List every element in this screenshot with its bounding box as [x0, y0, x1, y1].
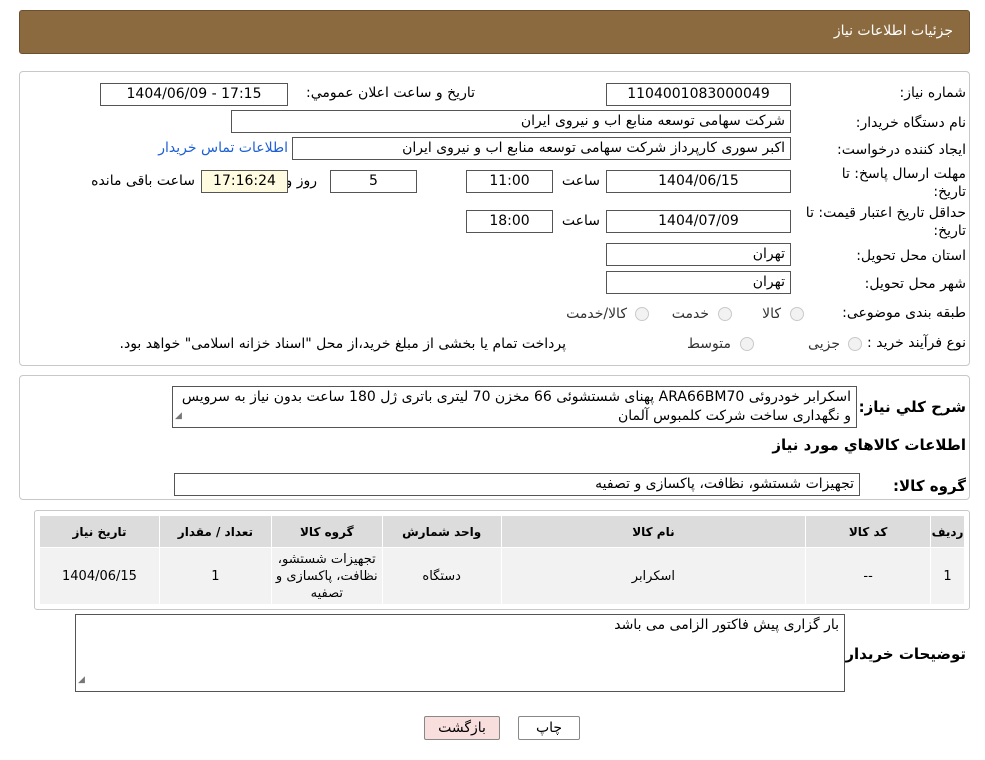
- creator-label: ایجاد کننده درخواست:: [837, 142, 966, 158]
- goods-group-label: گروه كالا:: [893, 477, 966, 495]
- province-label: استان محل تحویل:: [856, 248, 966, 264]
- items-table-header-row: ردیف کد کالا نام کالا واحد شمارش گروه کا…: [39, 515, 965, 548]
- deadline-hour-label: ساعت: [561, 173, 600, 189]
- category-radio-goods[interactable]: [790, 307, 804, 321]
- purchase-type-label: نوع فرآیند خرید :: [867, 335, 966, 351]
- deadline-label-date: تاریخ:: [933, 184, 966, 200]
- days-label: روز و: [285, 173, 318, 189]
- category-option-service: خدمت: [671, 306, 709, 322]
- city-label: شهر محل تحویل:: [864, 276, 966, 292]
- resize-grip-icon[interactable]: ◢: [175, 407, 182, 426]
- col-header-unit: واحد شمارش: [381, 515, 502, 548]
- cell-qty: 1: [158, 547, 272, 605]
- category-option-goods-service: کالا/خدمت: [566, 306, 627, 322]
- goods-section-title: اطلاعات كالاهاي مورد نياز: [772, 436, 966, 454]
- category-option-goods: کالا: [762, 306, 781, 322]
- buyer-notes-text: بار گزاری پیش فاکتور الزامی می باشد: [614, 617, 839, 633]
- remaining-label: ساعت باقی مانده: [91, 173, 195, 189]
- validity-date-field: 1404/07/09: [606, 210, 791, 233]
- description-text: اسکرابر خودروئی ARA66BM70 پهنای شستشوئی …: [181, 389, 851, 424]
- col-header-code: کد کالا: [805, 515, 932, 548]
- table-row: 1 -- اسکرابر دستگاه تجهیزات شستشو، نظافت…: [39, 547, 965, 605]
- col-header-row: ردیف: [930, 515, 965, 548]
- announce-label: تاریخ و ساعت اعلان عمومي:: [306, 85, 475, 101]
- description-label: شرح كلي نياز:: [858, 398, 966, 416]
- cell-unit: دستگاه: [381, 547, 502, 605]
- deadline-time-field: 11:00: [466, 170, 553, 193]
- col-header-date: تاریخ نیاز: [39, 515, 160, 548]
- creator-field: اکبر سوری کارپرداز شرکت سهامی توسعه مناب…: [292, 137, 791, 160]
- buyer-notes-textarea[interactable]: بار گزاری پیش فاکتور الزامی می باشد ◢: [75, 614, 845, 692]
- print-button[interactable]: چاپ: [518, 716, 580, 740]
- purchase-option-minor: جزیی: [808, 336, 840, 352]
- announce-field: 1404/06/09 - 17:15: [100, 83, 288, 106]
- back-button[interactable]: بازگشت: [424, 716, 500, 740]
- cell-row-number: 1: [930, 547, 965, 605]
- category-label: طبقه بندی موضوعی:: [842, 305, 966, 321]
- page-title: جزئیات اطلاعات نیاز: [833, 23, 953, 39]
- items-table: ردیف کد کالا نام کالا واحد شمارش گروه کا…: [39, 515, 965, 605]
- days-field: 5: [330, 170, 417, 193]
- validity-time-field: 18:00: [466, 210, 553, 233]
- purchase-option-medium: متوسط: [687, 336, 731, 352]
- goods-group-field: تجهیزات شستشو، نظافت، پاکسازی و تصفیه: [174, 473, 860, 496]
- purchase-radio-minor[interactable]: [848, 337, 862, 351]
- category-radio-service[interactable]: [718, 307, 732, 321]
- deadline-label: مهلت ارسال پاسخ: تا: [841, 166, 966, 182]
- city-field: تهران: [606, 271, 791, 294]
- description-textarea[interactable]: اسکرابر خودروئی ARA66BM70 پهنای شستشوئی …: [172, 386, 857, 428]
- cell-code: --: [805, 547, 932, 605]
- validity-label-date: تاریخ:: [933, 223, 966, 239]
- deadline-date-field: 1404/06/15: [606, 170, 791, 193]
- purchase-note: پرداخت تمام یا بخشی از مبلغ خرید،از محل …: [119, 336, 566, 352]
- col-header-qty: تعداد / مقدار: [158, 515, 272, 548]
- remaining-time-field: 17:16:24: [201, 170, 288, 193]
- col-header-group: گروه کالا: [270, 515, 383, 548]
- validity-label: حداقل تاریخ اعتبار قیمت: تا: [805, 205, 966, 221]
- resize-grip-icon[interactable]: ◢: [78, 671, 85, 690]
- page-header: جزئیات اطلاعات نیاز: [19, 10, 970, 54]
- need-number-label: شماره نیاز:: [899, 85, 967, 101]
- buyer-contact-link[interactable]: اطلاعات تماس خریدار: [158, 140, 288, 156]
- buyer-field: شرکت سهامی توسعه منابع اب و نیروی ایران: [231, 110, 791, 133]
- need-number-field: 1104001083000049: [606, 83, 791, 106]
- purchase-radio-medium[interactable]: [740, 337, 754, 351]
- cell-name: اسکرابر: [500, 547, 807, 605]
- cell-date: 1404/06/15: [39, 547, 160, 605]
- province-field: تهران: [606, 243, 791, 266]
- validity-hour-label: ساعت: [561, 213, 600, 229]
- col-header-name: نام کالا: [500, 515, 807, 548]
- cell-group: تجهیزات شستشو، نظافت، پاکسازی و تصفیه: [270, 547, 383, 605]
- category-radio-goods-service[interactable]: [635, 307, 649, 321]
- buyer-notes-label: توضیحات خریدار:: [839, 645, 966, 663]
- buyer-label: نام دستگاه خريدار:: [855, 115, 966, 131]
